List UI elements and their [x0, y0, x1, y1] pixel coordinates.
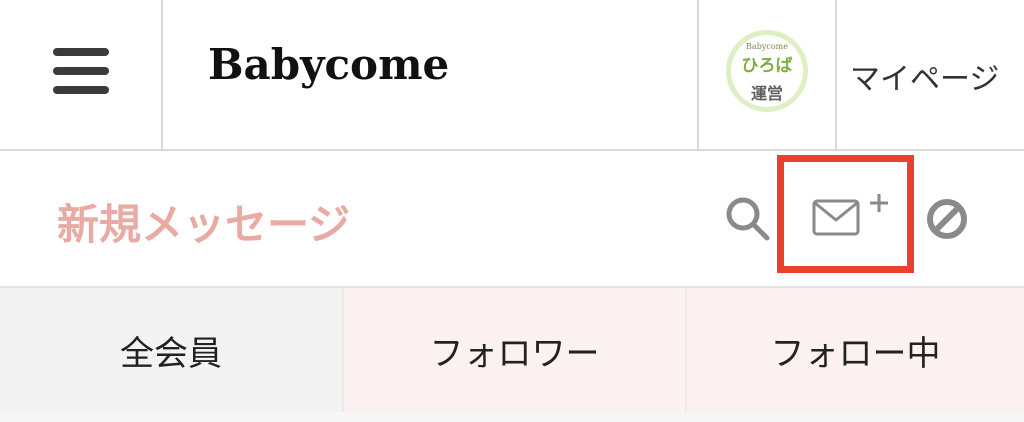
avatar-inner: Babycome ひろば 運営 — [731, 35, 803, 107]
member-tabs: 全会員 フォロワー フォロー中 — [0, 288, 1024, 422]
avatar-middle-text: ひろば — [741, 56, 793, 76]
new-message-icon[interactable] — [811, 191, 893, 241]
site-header: Babycome Babycome ひろば 運営 マイページ — [0, 0, 1024, 151]
message-toolbar: 新規メッセージ — [0, 151, 1024, 288]
tabs-bottom-strip — [0, 412, 1024, 422]
mypage-cell: マイページ — [837, 0, 1024, 151]
tab-all-members[interactable]: 全会員 — [0, 288, 342, 412]
tab-following[interactable]: フォロー中 — [685, 288, 1024, 412]
avatar-cell: Babycome ひろば 運営 — [699, 0, 837, 151]
mypage-link[interactable]: マイページ — [850, 54, 999, 98]
avatar-bottom-text: 運営 — [750, 84, 783, 103]
tab-followers[interactable]: フォロワー — [342, 288, 685, 412]
avatar[interactable]: Babycome ひろば 運営 — [726, 30, 808, 112]
site-logo[interactable]: Babycome — [208, 40, 449, 89]
brand-cell: Babycome — [163, 0, 699, 151]
page-title: 新規メッセージ — [57, 200, 351, 249]
block-icon[interactable] — [925, 197, 969, 241]
menu-cell — [0, 0, 163, 151]
search-icon[interactable] — [724, 195, 770, 241]
hamburger-menu-icon[interactable] — [53, 48, 109, 94]
avatar-top-text: Babycome — [746, 42, 788, 51]
